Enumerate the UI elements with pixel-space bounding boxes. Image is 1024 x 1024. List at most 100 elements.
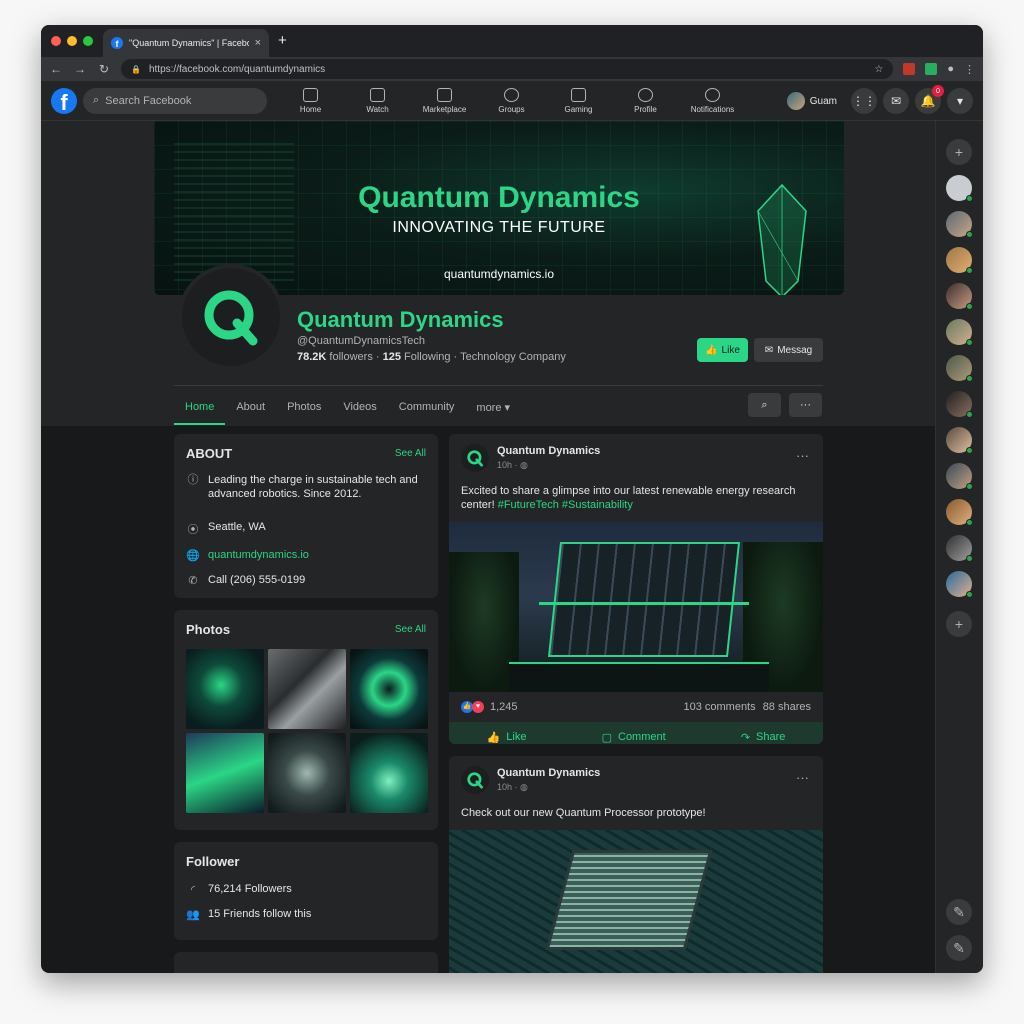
minimize-window-button[interactable] [67,36,77,46]
friends-follow-text: 15 Friends follow this [208,908,312,920]
photo-thumbnail[interactable] [186,733,264,813]
new-message-button[interactable]: ✎ [946,935,972,961]
love-reaction-icon: ♥ [472,701,484,713]
thumbs-up-icon: 👍 [486,731,501,744]
search-icon: ⌕ [761,398,768,411]
contact-avatar[interactable] [946,571,973,598]
photo-thumbnail[interactable] [186,649,264,729]
tab-community[interactable]: Community [388,389,466,425]
tab-about[interactable]: About [225,389,276,425]
photo-thumbnail[interactable] [350,649,428,729]
search-input[interactable]: ⌕ Search Facebook [83,87,267,114]
menu-kebab-icon[interactable]: ⋮ [964,63,975,76]
account-icon[interactable]: ● [947,63,954,75]
nav-watch[interactable]: Watch [344,81,411,121]
comment-count[interactable]: 103 comments [683,701,755,713]
browser-window: f "Quantum Dynamics" | Faceboo × + ← → ↻… [41,25,983,973]
tab-photos[interactable]: Photos [276,389,332,425]
contact-avatar[interactable] [946,499,973,526]
share-count[interactable]: 88 shares [763,701,811,713]
menu-grid-button[interactable]: ⋮⋮ [851,88,877,114]
message-button[interactable]: ✉ Messag [754,338,823,362]
facebook-logo-icon[interactable]: f [51,87,77,114]
tab-videos[interactable]: Videos [332,389,387,425]
maximize-window-button[interactable] [83,36,93,46]
photos-see-all-link[interactable]: See All [395,624,426,635]
browser-tab[interactable]: f "Quantum Dynamics" | Faceboo × [103,29,269,57]
nav-marketplace[interactable]: Marketplace [411,81,478,121]
cover-photo[interactable]: Quantum Dynamics INNOVATING THE FUTURE q… [154,121,844,295]
bookmark-star-icon[interactable]: ☆ [874,64,883,75]
about-see-all-link[interactable]: See All [395,448,426,459]
contact-avatar[interactable] [946,535,973,562]
contact-avatar[interactable] [946,355,973,382]
post-hashtags[interactable]: #FutureTech #Sustainability [498,499,633,511]
tab-home[interactable]: Home [174,389,226,425]
thumbs-up-icon: 👍 [705,344,718,356]
post-author[interactable]: Quantum Dynamics [497,767,600,779]
contact-avatar[interactable] [946,211,973,238]
online-status-dot [966,375,973,382]
post-author[interactable]: Quantum Dynamics [497,445,600,457]
extension-icon[interactable] [903,63,916,75]
reload-icon[interactable]: ↻ [97,62,111,76]
page-profile-picture[interactable] [178,264,284,370]
about-website-link[interactable]: quantumdynamics.io [208,549,309,561]
comment-bubble-icon: ▢ [601,731,612,744]
rss-icon: ◜ [190,884,196,896]
contact-avatar[interactable] [946,391,973,418]
quantum-q-logo-icon [204,290,258,346]
nav-gaming[interactable]: Gaming [545,81,612,121]
contact-avatar[interactable] [946,283,973,310]
url-field[interactable]: 🔒 https://facebook.com/quantumdynamics ☆ [121,59,894,79]
watch-icon [370,88,385,102]
about-phone[interactable]: Call (206) 555-0199 [208,574,305,586]
photo-thumbnail[interactable] [350,733,428,813]
nav-notifications[interactable]: Notifications [679,81,746,121]
info-icon: ⓘ [187,474,199,486]
photo-thumbnail[interactable] [268,649,346,729]
post-image[interactable] [449,830,823,973]
post-image[interactable] [449,522,823,692]
contact-avatar[interactable] [946,319,973,346]
add-contact-button[interactable]: + [946,611,972,637]
messenger-button[interactable]: ✉ [883,88,909,114]
post-card: Quantum Dynamics 10h · ◍ ··· Excited to … [449,434,823,744]
post-options-icon[interactable]: ··· [796,448,809,463]
post-author-avatar[interactable] [461,766,489,794]
post-comment-button[interactable]: ▢ Comment [602,731,666,744]
back-arrow-icon[interactable]: ← [49,62,63,76]
close-window-button[interactable] [51,36,61,46]
phone-icon: ✆ [188,575,198,587]
tab-close-icon[interactable]: × [255,37,261,49]
followers-label: followers · [329,351,380,363]
notifications-button[interactable]: 🔔 0 [915,85,944,114]
post-share-button[interactable]: ↷ Share [741,731,786,744]
extension-icon[interactable] [925,63,938,75]
notification-badge: 0 [932,85,944,97]
new-tab-button[interactable]: + [278,32,287,49]
contact-avatar[interactable] [946,427,973,454]
new-message-button[interactable]: ✎ [946,899,972,925]
post-like-button[interactable]: 👍 Like [487,731,527,744]
post-author-avatar[interactable] [461,444,489,472]
contact-avatar[interactable] [946,463,973,490]
like-page-button[interactable]: 👍 Like [697,338,748,362]
user-profile-link[interactable]: Guam [786,92,837,110]
reaction-summary[interactable]: 👍 ♥ 1,245 [461,701,518,713]
contact-avatar[interactable] [946,247,973,274]
photo-thumbnail[interactable] [268,733,346,813]
add-contact-button[interactable]: + [946,139,972,165]
nav-groups[interactable]: Groups [478,81,545,121]
forward-arrow-icon[interactable]: → [73,62,87,76]
tab-more[interactable]: more ▾ [465,389,521,425]
online-status-dot [966,411,973,418]
page-more-button[interactable]: ··· [789,393,822,417]
account-menu-button[interactable]: ▾ [947,88,973,114]
contact-avatar[interactable] [946,175,973,202]
nav-profile[interactable]: Profile [612,81,679,121]
page-content: Quantum Dynamics INNOVATING THE FUTURE q… [41,121,935,973]
post-options-icon[interactable]: ··· [796,770,809,785]
page-search-button[interactable]: ⌕ [748,393,781,417]
nav-home[interactable]: Home [277,81,344,121]
